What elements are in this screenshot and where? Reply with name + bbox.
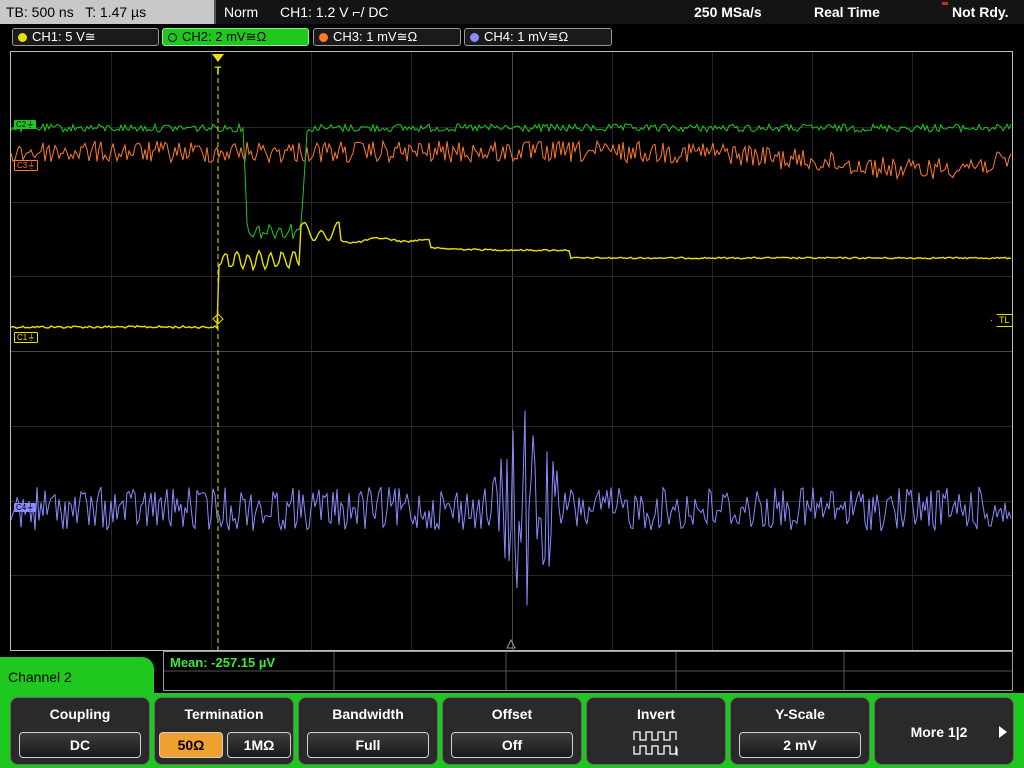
softkey-title: Termination xyxy=(184,706,264,722)
acquisition-mode[interactable]: Real Time xyxy=(814,0,880,24)
mean-measurement[interactable]: Mean: -257.15 µV xyxy=(170,655,275,670)
channel-tab-4[interactable]: CH4: 1 mV≅Ω xyxy=(464,28,612,46)
channel-1-color-icon xyxy=(18,32,27,42)
termination-1m-ohm-option[interactable]: 1MΩ xyxy=(227,732,291,758)
softkey-title: Coupling xyxy=(49,706,111,722)
measurement-grid xyxy=(164,652,1012,690)
trigger-position-label: T xyxy=(215,65,222,77)
channel-tab-3[interactable]: CH3: 1 mV≅Ω xyxy=(313,28,461,46)
channel-2-ground-marker[interactable]: C2⏚ xyxy=(14,120,37,129)
menu-title: Channel 2 xyxy=(0,657,154,697)
channel-tab-1[interactable]: CH1: 5 V≅ xyxy=(12,28,159,46)
channel-3-color-icon xyxy=(319,32,328,42)
channel-tab-label: CH2: 2 mV≅Ω xyxy=(182,29,267,44)
softkey-title: Y-Scale xyxy=(775,706,825,722)
channel-tabs: CH1: 5 V≅ CH2: 2 mV≅Ω CH3: 1 mV≅Ω CH4: 1… xyxy=(0,26,1024,48)
softkey-title: Invert xyxy=(636,706,676,722)
bandwidth-value[interactable]: Full xyxy=(307,732,429,758)
trigger-mode[interactable]: Norm xyxy=(224,0,258,24)
waveform-display[interactable]: T C1⏚ C2⏚ C3⏚ C4⏚ TL xyxy=(10,51,1013,651)
trigger-source[interactable]: CH1: 1.2 V ⌐/ DC xyxy=(280,0,389,24)
offset-softkey[interactable]: Offset Off xyxy=(442,697,582,765)
chevron-right-icon xyxy=(999,726,1007,738)
measurement-panel: Mean: -257.15 µV xyxy=(163,651,1013,691)
center-marker-icon xyxy=(506,638,516,649)
more-label: More 1|2 xyxy=(910,724,968,740)
channel-tab-label: CH1: 5 V≅ xyxy=(32,29,96,44)
channel-4-color-icon xyxy=(470,32,479,42)
softkey-title: Offset xyxy=(491,706,533,722)
channel-4-ground-marker[interactable]: C4⏚ xyxy=(14,503,37,512)
channel-tab-label: CH3: 1 mV≅Ω xyxy=(333,29,418,44)
softkey-title: Bandwidth xyxy=(332,706,404,722)
trigger-position-icon[interactable]: T xyxy=(212,54,224,77)
offset-value[interactable]: Off xyxy=(451,732,573,758)
termination-softkey[interactable]: Termination 50Ω 1MΩ xyxy=(154,697,294,765)
channel-4-trace xyxy=(11,410,1012,606)
channel-tab-label: CH4: 1 mV≅Ω xyxy=(484,29,569,44)
sample-rate: 250 MSa/s xyxy=(694,4,762,20)
invert-waveform-icon xyxy=(633,731,678,757)
y-scale-softkey[interactable]: Y-Scale 2 mV xyxy=(730,697,870,765)
bandwidth-softkey[interactable]: Bandwidth Full xyxy=(298,697,438,765)
coupling-softkey[interactable]: Coupling DC xyxy=(10,697,150,765)
termination-50-ohm-option[interactable]: 50Ω xyxy=(159,732,223,758)
channel-tab-2[interactable]: CH2: 2 mV≅Ω xyxy=(162,28,309,46)
timebase-readout[interactable]: TB: 500 ns T: 1.47 µs xyxy=(0,0,214,24)
status-bar: TB: 500 ns T: 1.47 µs Norm CH1: 1.2 V ⌐/… xyxy=(0,0,1024,24)
channel-3-trace xyxy=(11,139,1012,181)
coupling-value[interactable]: DC xyxy=(19,732,141,758)
channel-1-trace xyxy=(11,221,1012,330)
softkey-bar: Coupling DC Termination 50Ω 1MΩ Bandwidt… xyxy=(0,693,1024,768)
channel-3-ground-marker[interactable]: C3⏚ xyxy=(14,160,39,171)
status-indicator xyxy=(942,2,948,5)
channel-2-color-icon xyxy=(168,32,177,42)
y-scale-value[interactable]: 2 mV xyxy=(739,732,861,758)
more-softkey[interactable]: More 1|2 xyxy=(874,697,1014,765)
invert-softkey[interactable]: Invert xyxy=(586,697,726,765)
channel-1-ground-marker[interactable]: C1⏚ xyxy=(14,332,39,343)
acquisition-state: Not Rdy. xyxy=(952,4,1009,20)
status-divider xyxy=(214,0,216,24)
waveform-canvas: T xyxy=(11,52,1012,650)
